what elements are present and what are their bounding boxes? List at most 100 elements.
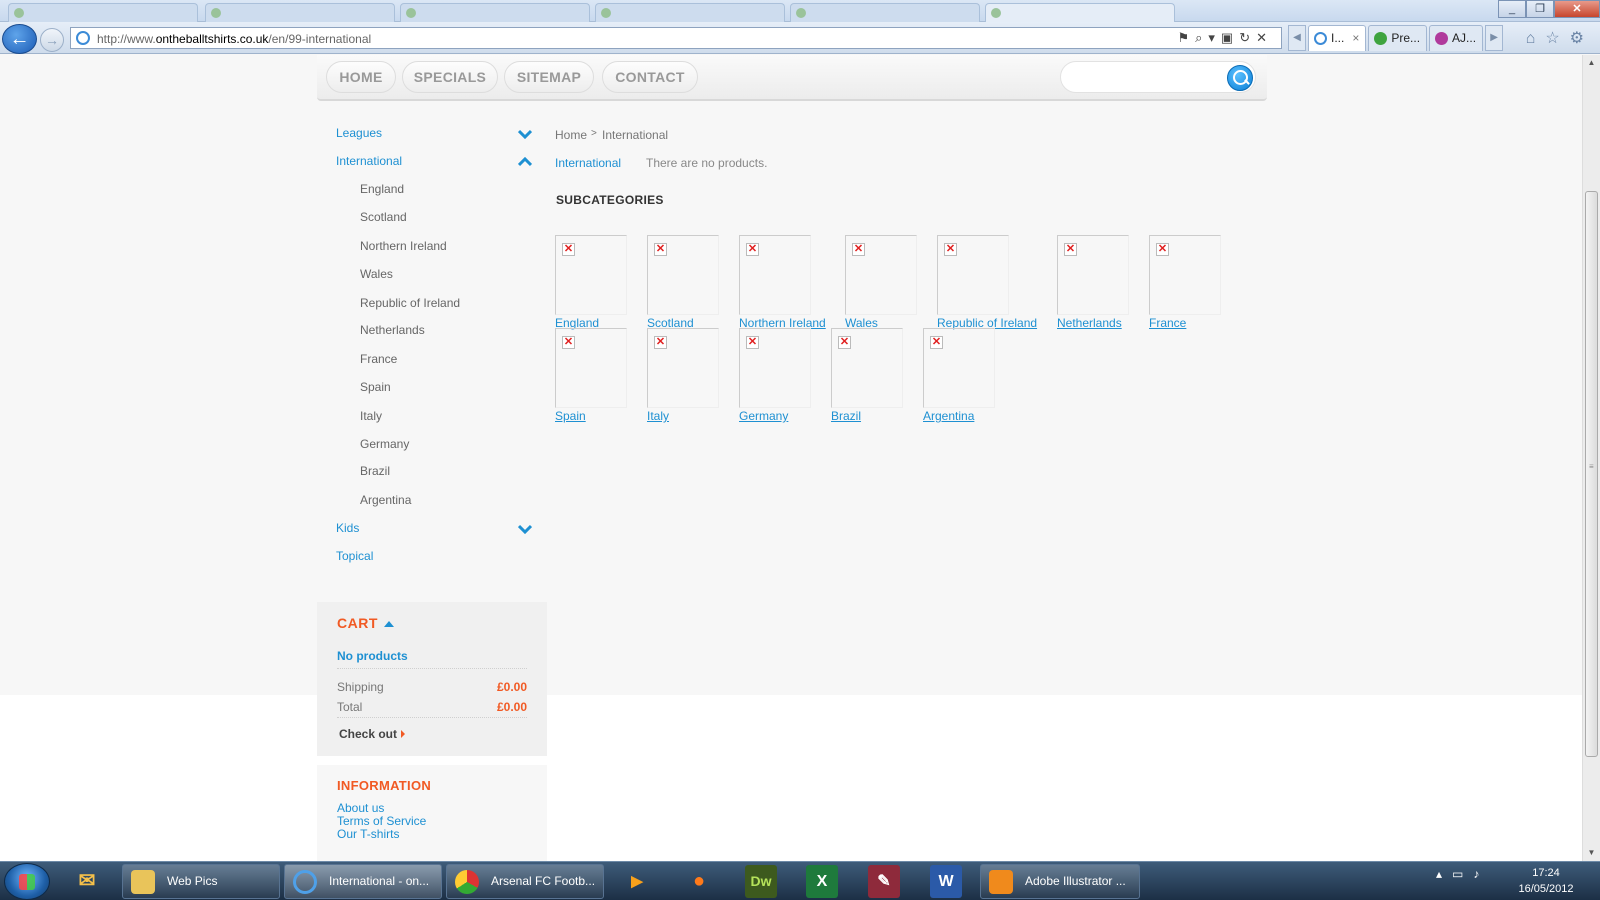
address-tools-icon[interactable]: ⚑⌕▾▣↻✕	[1177, 30, 1273, 46]
arrow-right-icon	[401, 730, 406, 738]
home-icon[interactable]: ⌂	[1526, 30, 1546, 47]
close-window-icon[interactable]: ✕	[1554, 0, 1600, 18]
sidebar-subcategory-germany[interactable]: Germany	[360, 437, 409, 451]
maximize-icon[interactable]: ❐	[1526, 0, 1554, 18]
sidebar-subcategory-italy[interactable]: Italy	[360, 409, 382, 423]
total-value: £0.00	[496, 700, 527, 714]
tab-scroll-left-icon[interactable]: ◀	[1288, 25, 1306, 51]
broken-image-icon: ✕	[930, 336, 943, 349]
background-tab[interactable]	[595, 3, 785, 22]
tab-international[interactable]: I... ×	[1308, 25, 1367, 51]
background-tab[interactable]	[985, 3, 1175, 22]
browser-toolbar: ← → http://www.ontheballtshirts.co.uk/en…	[0, 22, 1600, 54]
url-text[interactable]: http://www.ontheballtshirts.co.uk/en/99-…	[97, 32, 371, 46]
tab-aj[interactable]: AJ...	[1429, 25, 1484, 51]
windows-taskbar: ✉ Web Pics International - on... Arsenal…	[0, 861, 1600, 900]
scroll-down-icon[interactable]: ▼	[1583, 845, 1600, 861]
clock[interactable]: 17:24 16/05/2012	[1516, 865, 1576, 897]
taskbar-illustrator[interactable]: Adobe Illustrator ...	[980, 864, 1140, 899]
sidebar-subcategory-spain[interactable]: Spain	[360, 380, 391, 394]
cart-title[interactable]: CART	[337, 615, 378, 631]
background-tab[interactable]	[790, 3, 980, 22]
category-leagues[interactable]: Leagues	[336, 126, 382, 140]
start-button[interactable]	[4, 863, 50, 900]
back-button[interactable]: ←	[2, 24, 37, 54]
tab-scroll-right-icon[interactable]: ▶	[1485, 25, 1504, 51]
sidebar-subcategory-brazil[interactable]: Brazil	[360, 464, 390, 478]
outlook-icon[interactable]: ✉	[62, 865, 112, 898]
sidebar-subcategory-france[interactable]: France	[360, 352, 397, 366]
sidebar-subcategory-republic-of-ireland[interactable]: Republic of Ireland	[360, 296, 460, 310]
background-tab[interactable]	[8, 3, 198, 22]
excel-icon[interactable]: X	[806, 865, 838, 898]
broken-image-icon: ✕	[1156, 243, 1169, 256]
vertical-scrollbar[interactable]: ▲ ≡ ▼	[1582, 55, 1600, 861]
search-icon[interactable]	[1227, 65, 1253, 91]
media-player-icon[interactable]: ▶	[612, 865, 662, 898]
background-tab[interactable]	[400, 3, 590, 22]
sidebar-subcategory-wales[interactable]: Wales	[360, 267, 393, 281]
word-icon[interactable]: W	[930, 865, 962, 898]
address-bar[interactable]: http://www.ontheballtshirts.co.uk/en/99-…	[70, 27, 1282, 49]
sidebar-subcategory-argentina[interactable]: Argentina	[360, 493, 411, 507]
cart-empty-text: No products	[337, 649, 408, 663]
gear-icon[interactable]: ⚙	[1570, 30, 1594, 47]
broken-image-icon: ✕	[838, 336, 851, 349]
category-topical[interactable]: Topical	[336, 549, 373, 563]
broken-image-icon: ✕	[562, 243, 575, 256]
broken-image-icon: ✕	[562, 336, 575, 349]
cart-block: CART No products Shipping £0.00 Total £0…	[317, 602, 547, 756]
broken-image-icon: ✕	[1064, 243, 1077, 256]
ie-favicon-icon	[76, 31, 90, 45]
dreamweaver-icon[interactable]: Dw	[745, 865, 777, 898]
scrollbar-thumb[interactable]: ≡	[1585, 191, 1598, 757]
sidebar-subcategory-northern-ireland[interactable]: Northern Ireland	[360, 239, 447, 253]
broken-image-icon: ✕	[852, 243, 865, 256]
tab-pre[interactable]: Pre...	[1368, 25, 1428, 51]
no-products-text: There are no products.	[646, 156, 768, 170]
forward-button[interactable]: →	[40, 28, 64, 52]
search-input[interactable]	[1060, 61, 1256, 93]
chevron-down-icon[interactable]	[518, 129, 532, 139]
minimize-icon[interactable]: _	[1498, 0, 1526, 18]
menu-sitemap-button[interactable]: SITEMAP	[504, 61, 594, 93]
menu-home-button[interactable]: HOME	[326, 61, 396, 93]
menu-specials-button[interactable]: SPECIALS	[402, 61, 498, 93]
sidebar-subcategory-scotland[interactable]: Scotland	[360, 210, 407, 224]
breadcrumb-current: International	[602, 128, 669, 142]
terms-of-service-link[interactable]: Terms of Service	[337, 814, 426, 828]
menu-contact-button[interactable]: CONTACT	[602, 61, 698, 93]
taskbar-web-pics[interactable]: Web Pics	[122, 864, 280, 899]
acrobat-icon[interactable]: ✎	[868, 865, 900, 898]
category-international[interactable]: International	[336, 154, 402, 168]
broken-image-icon: ✕	[654, 336, 667, 349]
site-menu: HOME SPECIALS SITEMAP CONTACT	[317, 55, 1267, 101]
chevron-up-icon[interactable]	[518, 157, 532, 167]
divider	[337, 717, 527, 718]
firefox-icon[interactable]: ●	[674, 865, 724, 898]
broken-image-icon: ✕	[746, 336, 759, 349]
chevron-down-icon[interactable]	[518, 524, 532, 534]
category-title: International	[555, 156, 622, 170]
checkout-link[interactable]: Check out	[339, 727, 406, 741]
breadcrumb-home[interactable]: Home	[555, 128, 587, 142]
scroll-up-icon[interactable]: ▲	[1583, 55, 1600, 71]
favorites-star-icon[interactable]: ☆	[1545, 30, 1569, 47]
sidebar-subcategory-england[interactable]: England	[360, 182, 404, 196]
sidebar-subcategory-netherlands[interactable]: Netherlands	[360, 323, 425, 337]
about-us-link[interactable]: About us	[337, 801, 384, 815]
collapse-arrow-icon[interactable]	[384, 621, 394, 627]
taskbar-arsenal[interactable]: Arsenal FC Footb...	[446, 864, 604, 899]
category-kids[interactable]: Kids	[336, 521, 359, 535]
breadcrumb-separator: >	[591, 128, 597, 139]
browser-icons[interactable]: ⌂☆⚙	[1526, 28, 1594, 48]
window-title-bar: _ ❐ ✕	[0, 0, 1600, 22]
shipping-value: £0.00	[496, 680, 527, 694]
background-tab[interactable]	[205, 3, 395, 22]
close-tab-icon[interactable]: ×	[1352, 31, 1359, 45]
broken-image-icon: ✕	[944, 243, 957, 256]
broken-image-icon: ✕	[746, 243, 759, 256]
shipping-label: Shipping	[337, 680, 384, 694]
our-tshirts-link[interactable]: Our T-shirts	[337, 827, 399, 841]
taskbar-international[interactable]: International - on...	[284, 864, 442, 899]
